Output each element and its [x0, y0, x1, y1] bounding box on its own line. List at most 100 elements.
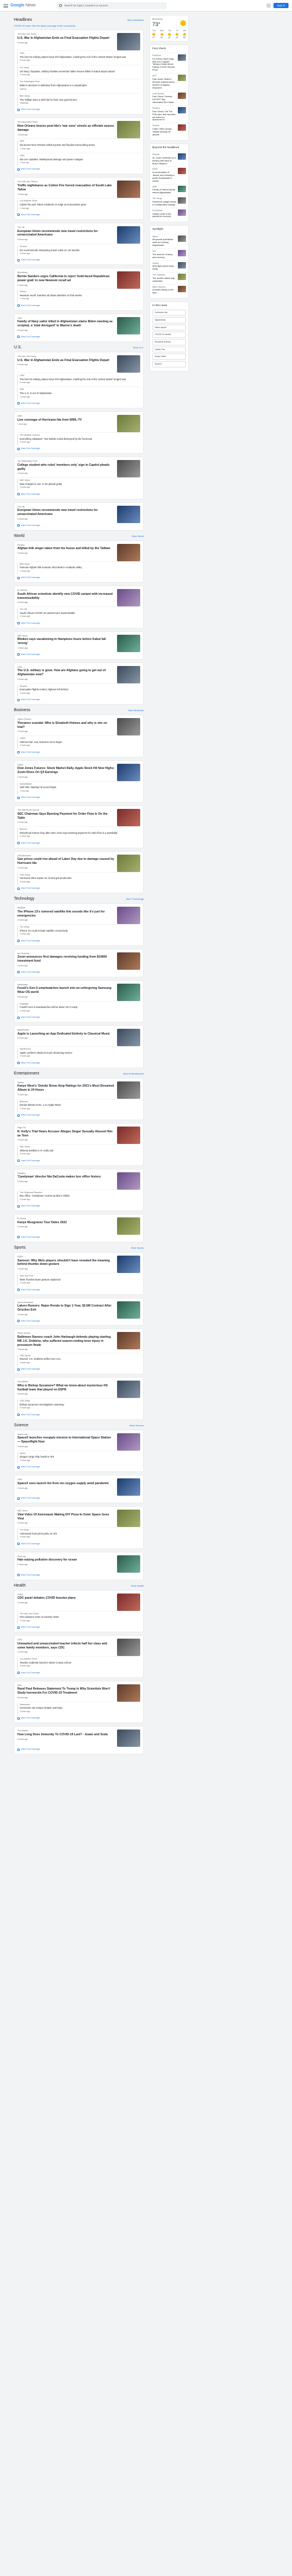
- sidebar-item-thumbnail[interactable]: [178, 168, 186, 175]
- story-thumbnail[interactable]: [117, 1127, 140, 1145]
- story-thumbnail[interactable]: [117, 952, 140, 970]
- full-coverage-link[interactable]: View Full Coverage: [17, 1236, 140, 1239]
- related-story[interactable]: Newsweek Ivermectin use surges despite wa…: [17, 1701, 140, 1716]
- story-source[interactable]: CNN: [17, 415, 115, 418]
- full-coverage-link[interactable]: View Full Coverage: [17, 1672, 140, 1675]
- story-headline[interactable]: Apple is Launching an App Dedicated Enti…: [17, 1032, 115, 1036]
- story-source[interactable]: The New York Times: [17, 355, 115, 358]
- section-title-technology[interactable]: Technology: [14, 896, 34, 901]
- related-headline[interactable]: Astronauts host pizza party on ISS: [20, 1532, 140, 1535]
- related-headline[interactable]: Witness testifies in R. Kelly trial: [20, 1149, 140, 1152]
- sidebar-title-fact_check[interactable]: Fact check: [152, 47, 186, 51]
- related-source[interactable]: Fox News: [20, 67, 140, 69]
- full-coverage-link[interactable]: View Full Coverage: [17, 940, 140, 943]
- full-coverage-link[interactable]: View Full Coverage: [17, 1574, 140, 1577]
- story-source[interactable]: ESPN: [17, 1256, 115, 1258]
- related-headline[interactable]: US Navy chaplains, military families rem…: [20, 70, 140, 73]
- story-thumbnail[interactable]: [117, 543, 140, 561]
- sidebar-item-headline[interactable]: Why flight prices keep rising: [152, 265, 176, 271]
- related-headline[interactable]: Box office: 'Candyman' scares up $22.3 m…: [20, 1194, 140, 1197]
- story-thumbnail[interactable]: [117, 414, 140, 432]
- full-coverage-link[interactable]: View Full Coverage: [17, 304, 140, 307]
- story-source[interactable]: The Washington Post: [17, 460, 115, 463]
- story-thumbnail[interactable]: [117, 355, 140, 373]
- sidebar-item-thumbnail[interactable]: [178, 209, 186, 216]
- story-thumbnail[interactable]: [117, 589, 140, 607]
- related-headline[interactable]: Ivermectin use surges despite warnings: [20, 1706, 140, 1709]
- related-story[interactable]: MacRumors Apple confirms classical music …: [17, 1046, 140, 1061]
- related-headline[interactable]: Hurricane Ida's impact on oil and gas pr…: [20, 877, 140, 879]
- sidebar-item-headline[interactable]: The science of sleep and memory: [152, 253, 176, 259]
- story-headline[interactable]: Live coverage of Hurricane Ida from WWL-…: [17, 418, 115, 422]
- story-headline[interactable]: Samson: Why Mets players shouldn't have …: [17, 1259, 115, 1267]
- story-headline[interactable]: Blinken says vacationing in Hamptons hou…: [17, 638, 115, 646]
- story-thumbnail[interactable]: [117, 226, 140, 244]
- related-source[interactable]: USA Today: [20, 874, 140, 877]
- topic-chip[interactable]: Hurricane Ida: [152, 310, 186, 316]
- sidebar-item[interactable]: Poynter St. Louis Cardinals on a bumpy pa…: [152, 152, 186, 166]
- section-title-science[interactable]: Science: [14, 1423, 28, 1428]
- full-coverage-link[interactable]: View Full Coverage: [17, 524, 140, 527]
- sidebar-title-beyond[interactable]: Beyond the headlines: [152, 146, 186, 150]
- sidebar-item-thumbnail[interactable]: [178, 106, 186, 113]
- more-us-link[interactable]: More U.S.: [133, 346, 144, 349]
- related-story[interactable]: USA Today Bishop Sycamore investigation u…: [17, 1398, 140, 1412]
- story-source[interactable]: Yahoo Sports: [17, 1332, 115, 1335]
- story-headline[interactable]: R. Kelly's Trial Hears Accuser Alleges S…: [17, 1130, 115, 1138]
- story-headline[interactable]: Bernie Sanders urges California to rejec…: [17, 275, 115, 283]
- full-coverage-link[interactable]: View Full Coverage: [17, 108, 140, 111]
- related-story[interactable]: NBC News Man charged in Jan. 6 riot plead…: [17, 477, 140, 492]
- sidebar-item-headline[interactable]: Hidden costs of the pandemic recovery: [152, 213, 176, 219]
- more-science-link[interactable]: More Science: [130, 1424, 144, 1427]
- story-thumbnail[interactable]: [117, 33, 140, 51]
- related-headline[interactable]: Everything collapsed': Two Mobile rental…: [20, 437, 140, 440]
- related-story[interactable]: The Washington Post Biden's decision to w…: [17, 79, 140, 93]
- covid-banner-link[interactable]: COVID-19 news: See the latest coverage o…: [14, 24, 144, 27]
- related-story[interactable]: The New York Times FDA advisers meet on b…: [17, 1610, 140, 1625]
- apps-grid-icon[interactable]: [267, 3, 271, 8]
- related-source[interactable]: CNN: [20, 154, 140, 157]
- sidebar-item-thumbnail[interactable]: [178, 274, 186, 281]
- full-coverage-link[interactable]: View Full Coverage: [17, 1289, 140, 1291]
- story-thumbnail[interactable]: [117, 1555, 140, 1573]
- story-headline[interactable]: How Long Does Immunity To COVID-19 Last?…: [17, 1733, 115, 1737]
- full-coverage-link[interactable]: View Full Coverage: [17, 447, 140, 450]
- full-coverage-link[interactable]: View Full Coverage: [17, 1016, 140, 1019]
- sidebar-item-thumbnail[interactable]: [178, 235, 186, 242]
- story-source[interactable]: CNBC: [17, 1594, 115, 1596]
- related-source[interactable]: Billboard: [20, 1101, 140, 1103]
- sidebar-item-thumbnail[interactable]: [178, 92, 186, 99]
- story-source[interactable]: Phys.org: [17, 1555, 115, 1558]
- related-headline[interactable]: Evacuation flights ended; Afghans left b…: [20, 688, 140, 691]
- story-thumbnail[interactable]: [117, 907, 140, 925]
- story-headline[interactable]: College student who ruled 'members only'…: [17, 463, 115, 472]
- related-story[interactable]: NPR Ida leaves New Orleans without power …: [17, 138, 140, 153]
- full-coverage-link[interactable]: View Full Coverage: [17, 1368, 140, 1371]
- story-thumbnail[interactable]: [117, 460, 140, 478]
- full-coverage-link[interactable]: View Full Coverage: [17, 1062, 140, 1065]
- story-source[interactable]: The Atlantic: [17, 1729, 115, 1732]
- story-thumbnail[interactable]: [117, 505, 140, 523]
- story-source[interactable]: CNN Business: [17, 855, 115, 858]
- story-thumbnail[interactable]: [117, 809, 140, 827]
- story-thumbnail[interactable]: [117, 1301, 140, 1319]
- full-coverage-link[interactable]: View Full Coverage: [17, 751, 140, 754]
- related-story[interactable]: CNBC Holmes trial: Jury selection set to …: [17, 735, 140, 750]
- related-source[interactable]: CNBC: [20, 737, 140, 740]
- related-story[interactable]: Los Angeles Times Caldor fire puts Tahoe …: [17, 198, 140, 212]
- related-story[interactable]: NBC News Witness testifies in R. Kelly tr…: [17, 1144, 140, 1158]
- related-source[interactable]: NPR: [20, 140, 140, 143]
- full-coverage-link[interactable]: View Full Coverage: [17, 168, 140, 171]
- story-thumbnail[interactable]: [117, 854, 140, 872]
- related-source[interactable]: NBC News: [20, 1146, 140, 1149]
- related-headline[interactable]: Ida leaves New Orleans without power and…: [20, 143, 140, 146]
- full-coverage-link[interactable]: View Full Coverage: [17, 698, 140, 701]
- related-source[interactable]: Reuters: [20, 685, 140, 688]
- related-story[interactable]: Reuters EU recommends reimposing travel c…: [17, 243, 140, 258]
- related-source[interactable]: The Verge: [20, 926, 140, 929]
- related-headline[interactable]: Teacher outbreak traced in Marin County …: [20, 1661, 140, 1664]
- section-title-business[interactable]: Business: [14, 708, 30, 713]
- story-headline[interactable]: Dow Jones Futures: Stock Market Rally, A…: [17, 767, 115, 775]
- section-title-us[interactable]: U.S.: [14, 345, 22, 350]
- related-headline[interactable]: Mets' thumbs-down gesture explained: [20, 1278, 140, 1281]
